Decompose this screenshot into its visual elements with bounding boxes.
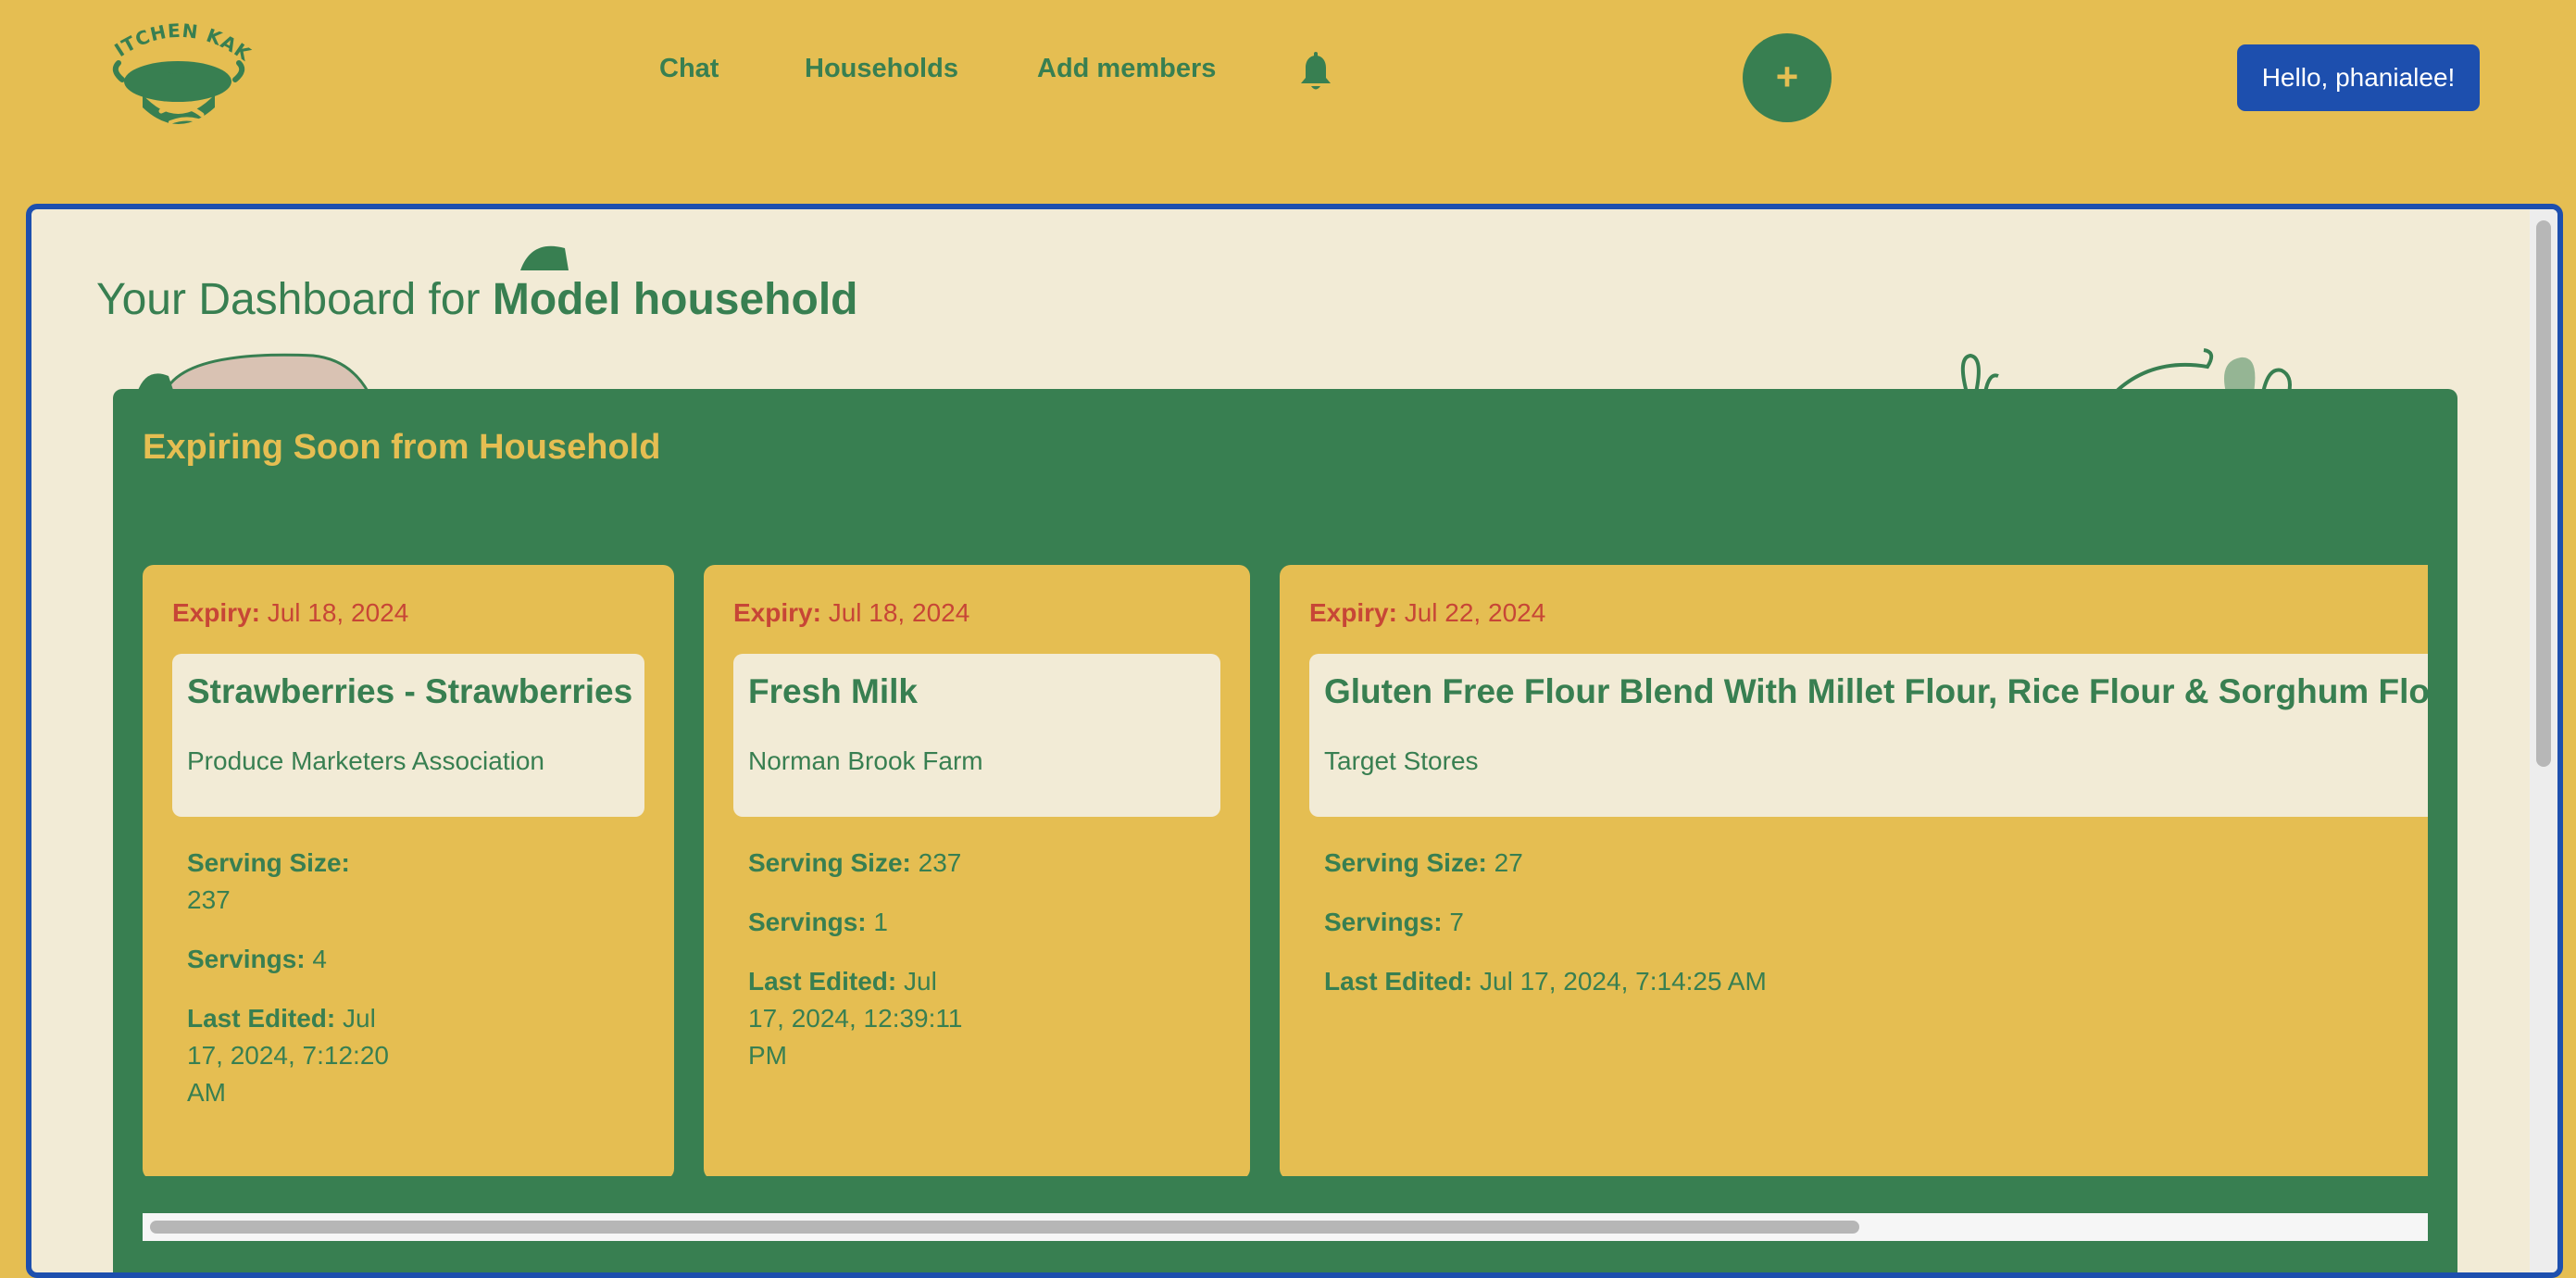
expiry-line: Expiry: Jul 22, 2024 — [1309, 598, 1545, 628]
product-name: Fresh Milk — [748, 672, 918, 710]
nav-households[interactable]: Households — [805, 52, 958, 85]
nav-add-members[interactable]: Add members — [1037, 52, 1216, 85]
expiring-soon-section: Expiring Soon from Household Expiry: Jul… — [113, 389, 2457, 1272]
expiry-label: Expiry: — [172, 598, 260, 627]
expiry-label: Expiry: — [1309, 598, 1397, 627]
product-brand: Produce Marketers Association — [187, 746, 544, 775]
servings: Servings: 4 — [187, 941, 400, 978]
decorative-herbs-icon — [1930, 348, 2319, 395]
user-greeting-button[interactable]: Hello, phanialee! — [2237, 44, 2480, 111]
household-name: Model household — [492, 275, 858, 324]
vertical-scrollbar-thumb[interactable] — [2536, 220, 2551, 767]
expiring-item-card[interactable]: Expiry: Jul 18, 2024 Fresh Milk Norman B… — [704, 565, 1250, 1176]
product-info: Serving Size: 237 Servings: 4 Last Edite… — [187, 845, 400, 1134]
product-name-box: Strawberries - Strawberries Produce Mark… — [172, 654, 644, 817]
decorative-leaf-icon — [513, 237, 578, 274]
product-name-box: Gluten Free Flour Blend With Millet Flou… — [1309, 654, 2428, 817]
product-name: Gluten Free Flour Blend With Millet Flou… — [1324, 672, 2428, 710]
servings-value: 1 — [873, 908, 888, 936]
servings-value: 4 — [312, 945, 327, 973]
expiry-line: Expiry: Jul 18, 2024 — [733, 598, 969, 628]
page-title-prefix: Your Dashboard for — [96, 275, 493, 324]
add-button[interactable]: + — [1743, 33, 1832, 122]
servings: Servings: 7 — [1324, 904, 2065, 941]
servings-label: Servings: — [748, 908, 867, 936]
serving-size: Serving Size: 27 — [1324, 845, 2065, 882]
serving-size: Serving Size: 237 — [748, 845, 980, 882]
last-edited-label: Last Edited: — [1324, 967, 1473, 996]
last-edited-label: Last Edited: — [748, 967, 897, 996]
serving-size-value: 27 — [1494, 848, 1523, 877]
last-edited-value: Jul 17, 2024, 7:14:25 AM — [1480, 967, 1767, 996]
decorative-bowl-icon — [128, 348, 396, 395]
expiry-date: Jul 18, 2024 — [828, 598, 970, 627]
product-name: Strawberries - Strawberries — [187, 672, 633, 710]
servings-label: Servings: — [187, 945, 306, 973]
product-name-box: Fresh Milk Norman Brook Farm — [733, 654, 1220, 817]
last-edited: Last Edited: Jul 17, 2024, 7:14:25 AM — [1324, 963, 2065, 1000]
serving-size-label: Serving Size: — [748, 848, 911, 877]
expiry-date: Jul 22, 2024 — [1404, 598, 1546, 627]
servings-label: Servings: — [1324, 908, 1443, 936]
last-edited: Last Edited: Jul 17, 2024, 7:12:20 AM — [187, 1000, 400, 1111]
serving-size: Serving Size: 237 — [187, 845, 400, 919]
serving-size-value: 237 — [918, 848, 962, 877]
serving-size-value: 237 — [187, 885, 231, 914]
bell-icon[interactable] — [1298, 52, 1333, 93]
last-edited-label: Last Edited: — [187, 1004, 336, 1033]
horizontal-scrollbar[interactable] — [143, 1213, 2428, 1241]
page-title: Your Dashboard for Model household — [96, 274, 857, 325]
expiry-label: Expiry: — [733, 598, 821, 627]
kitchen-kaki-logo[interactable]: KITCHEN KAKI — [106, 19, 254, 137]
svg-text:KITCHEN KAKI: KITCHEN KAKI — [106, 19, 254, 66]
servings: Servings: 1 — [748, 904, 980, 941]
product-brand: Target Stores — [1324, 746, 1479, 775]
serving-size-label: Serving Size: — [1324, 848, 1487, 877]
plus-icon: + — [1775, 55, 1799, 98]
expiry-line: Expiry: Jul 18, 2024 — [172, 598, 408, 628]
expiring-soon-title: Expiring Soon from Household — [143, 428, 661, 467]
horizontal-scrollbar-thumb[interactable] — [150, 1221, 1859, 1234]
expiring-cards-carousel[interactable]: Expiry: Jul 18, 2024 Strawberries - Stra… — [143, 565, 2428, 1176]
product-info: Serving Size: 27 Servings: 7 Last Edited… — [1324, 845, 2065, 1022]
product-info: Serving Size: 237 Servings: 1 Last Edite… — [748, 845, 980, 1096]
expiring-item-card[interactable]: Expiry: Jul 18, 2024 Strawberries - Stra… — [143, 565, 674, 1176]
expiring-item-card[interactable]: Expiry: Jul 22, 2024 Gluten Free Flour B… — [1280, 565, 2428, 1176]
last-edited: Last Edited: Jul 17, 2024, 12:39:11 PM — [748, 963, 980, 1074]
serving-size-label: Serving Size: — [187, 848, 350, 877]
vertical-scrollbar[interactable] — [2530, 209, 2557, 1272]
servings-value: 7 — [1449, 908, 1464, 936]
product-brand: Norman Brook Farm — [748, 746, 983, 775]
dashboard-panel: Your Dashboard for Model household Expir… — [26, 204, 2563, 1278]
expiry-date: Jul 18, 2024 — [267, 598, 409, 627]
nav-chat[interactable]: Chat — [659, 52, 719, 85]
